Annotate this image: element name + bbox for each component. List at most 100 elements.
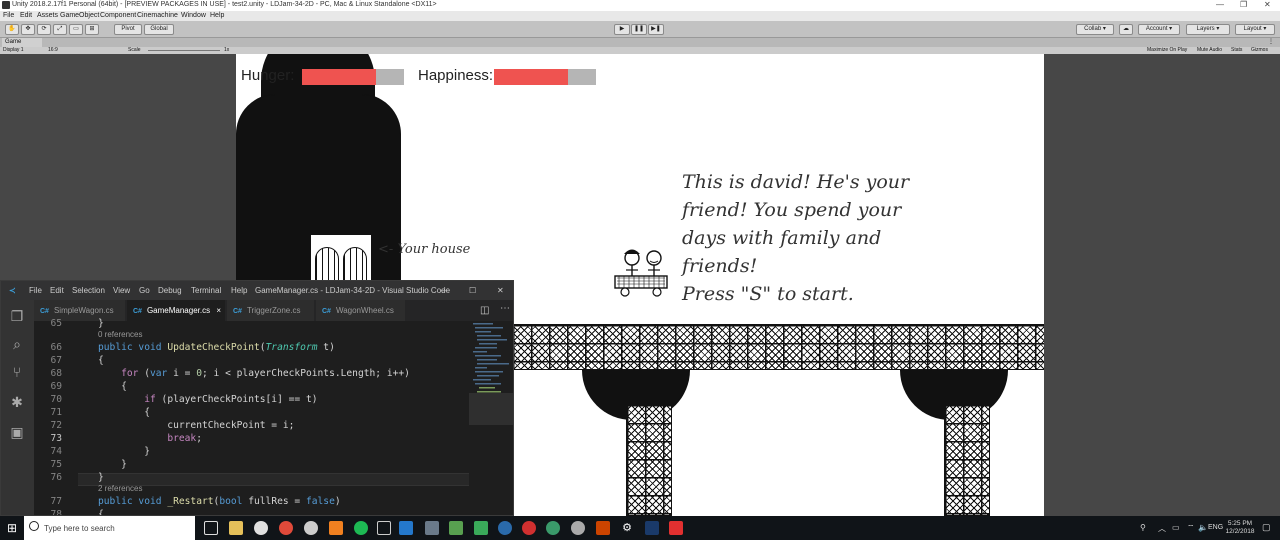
global-toggle[interactable]: Global bbox=[144, 24, 174, 35]
more-actions-icon[interactable]: ⋯ bbox=[500, 303, 510, 314]
vs-menu-file[interactable]: File bbox=[29, 286, 42, 295]
hand-tool-icon[interactable]: ✋ bbox=[5, 24, 19, 35]
gizmos-dropdown[interactable]: Gizmos bbox=[1251, 47, 1268, 54]
bridge-deck bbox=[512, 324, 1044, 370]
clock[interactable]: 5:25 PM 12/2/2018 bbox=[1224, 520, 1256, 536]
vscode-taskbar-icon[interactable] bbox=[399, 521, 413, 535]
notifications-icon[interactable]: ▢ bbox=[1262, 522, 1271, 533]
task-view-icon[interactable] bbox=[204, 521, 218, 535]
vlc-icon[interactable] bbox=[329, 521, 343, 535]
pause-button[interactable]: ❚❚ bbox=[631, 24, 647, 35]
source-control-icon[interactable]: ⑂ bbox=[9, 364, 25, 380]
vs-maximize-icon[interactable]: ☐ bbox=[469, 286, 476, 295]
maximize-icon[interactable]: ❐ bbox=[1240, 0, 1247, 9]
app-icon[interactable] bbox=[669, 521, 683, 535]
app-icon[interactable] bbox=[498, 521, 512, 535]
explorer-icon[interactable]: ❐ bbox=[9, 308, 25, 324]
menu-gameobject[interactable]: GameObject bbox=[60, 12, 99, 19]
account-dropdown[interactable]: Account ▾ bbox=[1138, 24, 1180, 35]
layers-dropdown[interactable]: Layers ▾ bbox=[1186, 24, 1230, 35]
vs-menu-help[interactable]: Help bbox=[231, 286, 247, 295]
spotify-icon[interactable] bbox=[354, 521, 368, 535]
menu-window[interactable]: Window bbox=[181, 12, 206, 19]
layout-dropdown[interactable]: Layout ▾ bbox=[1235, 24, 1275, 35]
vs-menu-debug[interactable]: Debug bbox=[158, 286, 182, 295]
extensions-icon[interactable]: ▣ bbox=[9, 424, 25, 440]
minimap[interactable] bbox=[469, 321, 513, 515]
scale-slider[interactable] bbox=[148, 50, 220, 51]
photoshop-icon[interactable] bbox=[645, 521, 659, 535]
play-button[interactable]: ▶ bbox=[614, 24, 630, 35]
close-icon[interactable]: ✕ bbox=[1264, 0, 1271, 9]
language-indicator[interactable]: ENG bbox=[1208, 524, 1223, 531]
app-icon[interactable] bbox=[571, 521, 585, 535]
move-tool-icon[interactable]: ✥ bbox=[21, 24, 35, 35]
hunger-bar bbox=[302, 69, 404, 85]
vs-close-icon[interactable]: ✕ bbox=[497, 286, 504, 295]
wifi-icon[interactable]: ⌔ bbox=[1187, 523, 1195, 533]
vs-menu-go[interactable]: Go bbox=[139, 286, 150, 295]
illustrator-icon[interactable] bbox=[596, 521, 610, 535]
codelens-references[interactable]: 2 references bbox=[98, 484, 142, 493]
maximize-on-play-toggle[interactable]: Maximize On Play bbox=[1147, 47, 1187, 54]
vs-minimize-icon[interactable]: — bbox=[441, 286, 449, 295]
display-select[interactable]: Display 1 bbox=[3, 47, 24, 54]
volume-icon[interactable]: 🔈 bbox=[1198, 523, 1208, 532]
people-icon[interactable]: ⚲ bbox=[1140, 523, 1146, 532]
code-line: public void UpdateCheckPoint(Transform t… bbox=[98, 342, 335, 353]
app-icon[interactable] bbox=[522, 521, 536, 535]
chrome-icon[interactable] bbox=[254, 521, 268, 535]
browser-app-icon[interactable] bbox=[279, 521, 293, 535]
file-explorer-icon[interactable] bbox=[229, 521, 243, 535]
cloud-icon[interactable]: ☁ bbox=[1119, 24, 1133, 35]
settings-icon[interactable]: ⚙ bbox=[620, 521, 634, 535]
aspect-select[interactable]: 16:9 bbox=[48, 47, 58, 54]
menu-assets[interactable]: Assets bbox=[37, 12, 58, 19]
split-editor-icon[interactable]: ◫ bbox=[480, 305, 489, 316]
panel-menu-icon[interactable]: ⋮ bbox=[1268, 38, 1274, 45]
stats-toggle[interactable]: Stats bbox=[1231, 47, 1242, 54]
unity-taskbar-icon[interactable] bbox=[377, 521, 391, 535]
app-icon[interactable] bbox=[304, 521, 318, 535]
app-icon[interactable] bbox=[425, 521, 439, 535]
transform-tool-icon[interactable]: ⊞ bbox=[85, 24, 99, 35]
tab-game[interactable]: Game bbox=[2, 38, 42, 47]
collab-dropdown[interactable]: Collab ▾ bbox=[1076, 24, 1114, 35]
step-button[interactable]: ▶❚ bbox=[648, 24, 664, 35]
app-icon[interactable] bbox=[474, 521, 488, 535]
scale-tool-icon[interactable]: ⤢ bbox=[53, 24, 67, 35]
tab-triggerzone[interactable]: C# TriggerZone.cs bbox=[227, 300, 315, 321]
network-icon[interactable]: ▭ bbox=[1172, 523, 1180, 532]
app-icon[interactable] bbox=[449, 521, 463, 535]
clock-time: 5:25 PM bbox=[1227, 520, 1253, 527]
taskbar-search[interactable]: Type here to search bbox=[24, 516, 195, 540]
tab-close-icon[interactable]: × bbox=[216, 306, 221, 315]
menu-help[interactable]: Help bbox=[210, 12, 224, 19]
code-line: if (playerCheckPoints[i] == t) bbox=[144, 394, 318, 405]
csharp-file-icon: C# bbox=[133, 308, 142, 315]
vs-menu-selection[interactable]: Selection bbox=[72, 286, 105, 295]
rect-tool-icon[interactable]: ▭ bbox=[69, 24, 83, 35]
debug-icon[interactable]: ✱ bbox=[9, 394, 25, 410]
menu-component[interactable]: Component bbox=[100, 12, 136, 19]
minimize-icon[interactable]: — bbox=[1216, 0, 1224, 9]
vs-menu-edit[interactable]: Edit bbox=[50, 286, 64, 295]
vs-menu-view[interactable]: View bbox=[113, 286, 130, 295]
pivot-toggle[interactable]: Pivot bbox=[114, 24, 142, 35]
codelens-references[interactable]: 0 references bbox=[98, 330, 142, 339]
menu-edit[interactable]: Edit bbox=[20, 12, 32, 19]
search-icon[interactable]: ⌕ bbox=[9, 336, 25, 352]
tray-chevron-icon[interactable]: ︿ bbox=[1158, 523, 1166, 534]
rotate-tool-icon[interactable]: ⟳ bbox=[37, 24, 51, 35]
code-editor[interactable]: 65 0 references 66 67 68 69 70 71 72 73 … bbox=[34, 318, 469, 515]
app-icon[interactable] bbox=[546, 521, 560, 535]
tab-wagonwheel[interactable]: C# WagonWheel.cs bbox=[316, 300, 406, 321]
menu-file[interactable]: File bbox=[3, 12, 14, 19]
mute-audio-toggle[interactable]: Mute Audio bbox=[1197, 47, 1222, 54]
windows-start-icon[interactable]: ⊞ bbox=[7, 521, 17, 535]
search-circle-icon bbox=[29, 521, 39, 531]
vs-menu-terminal[interactable]: Terminal bbox=[191, 286, 221, 295]
game-tab-label: Game bbox=[5, 39, 22, 45]
menu-cinemachine[interactable]: Cinemachine bbox=[137, 12, 178, 19]
tab-gamemanager[interactable]: C# GameManager.cs × bbox=[127, 300, 226, 321]
